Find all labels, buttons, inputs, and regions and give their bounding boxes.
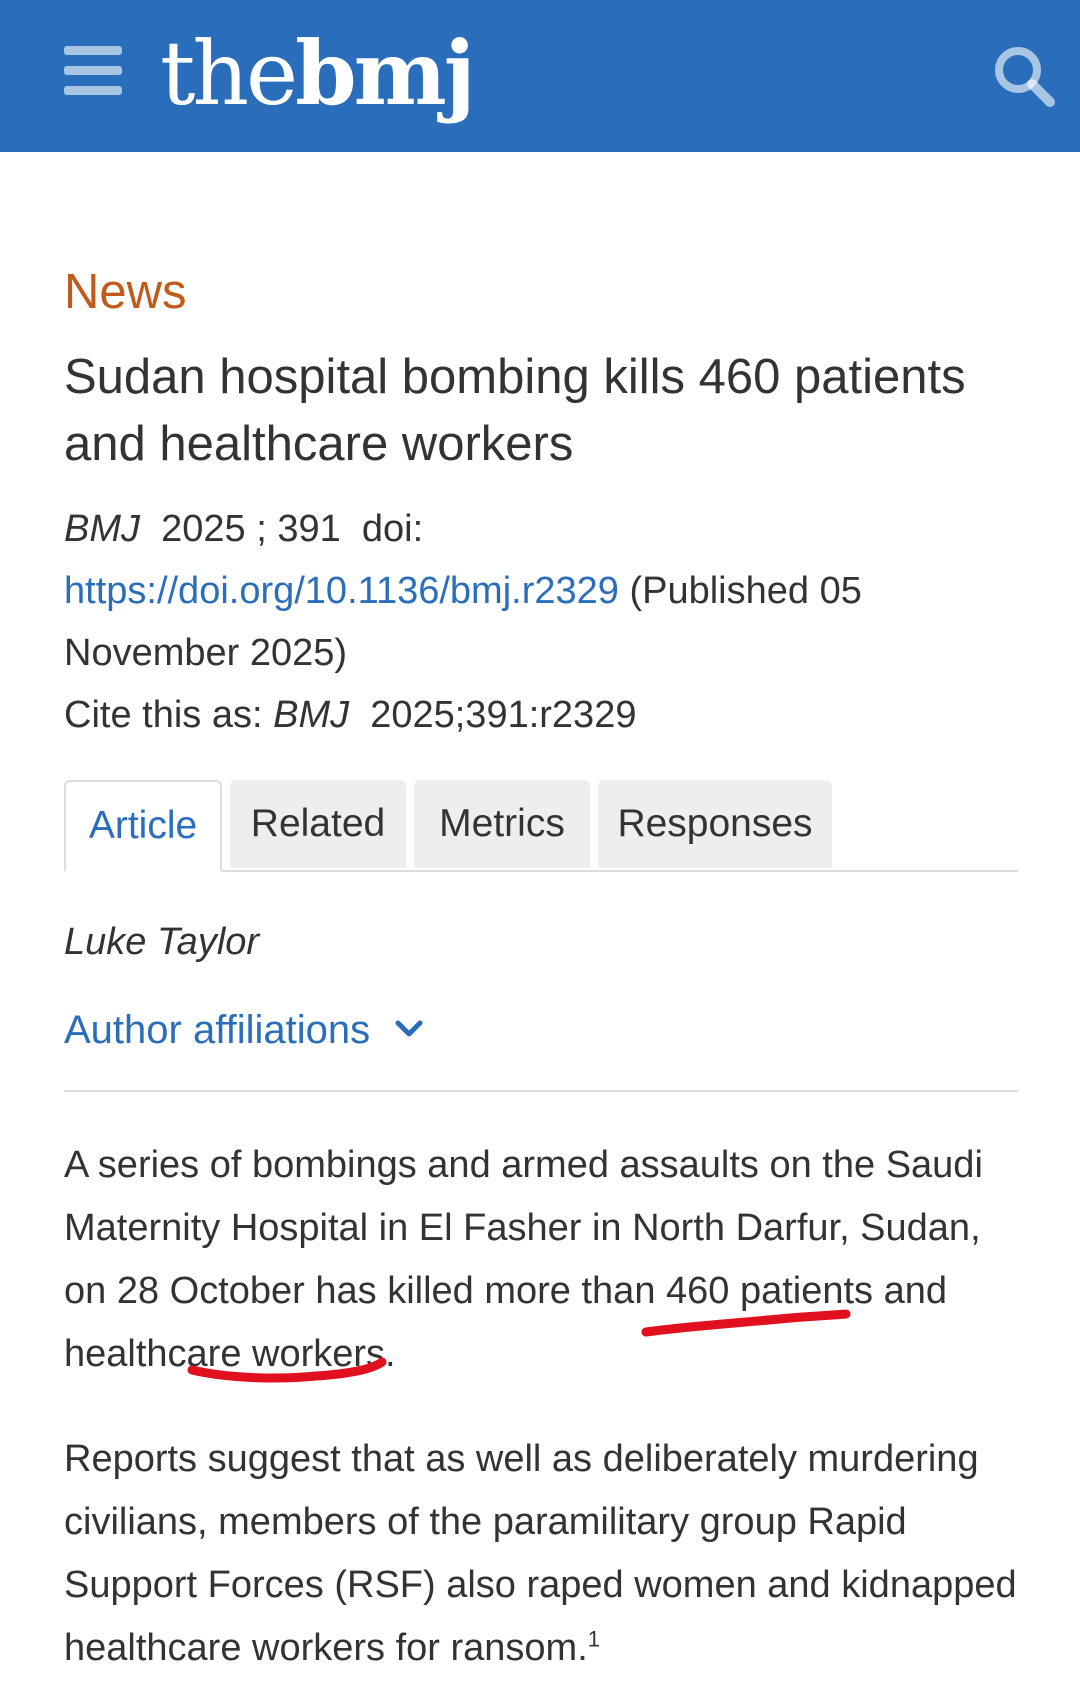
cite-reference: 2025;391:r2329 <box>370 694 637 736</box>
tab-responses[interactable]: Responses <box>598 780 832 868</box>
tab-metrics[interactable]: Metrics <box>414 780 590 868</box>
cite-journal: BMJ <box>273 694 350 736</box>
author-affiliations-toggle[interactable]: Author affiliations <box>64 1002 423 1058</box>
journal-name: BMJ <box>64 508 140 550</box>
footnote-ref[interactable]: 1 <box>588 1626 600 1651</box>
cite-prefix: Cite this as: <box>64 694 263 736</box>
tab-article[interactable]: Article <box>64 780 222 872</box>
citation-block: BMJ 2025 ; 391 doi: https://doi.org/10.1… <box>64 498 1018 746</box>
affiliations-label: Author affiliations <box>64 1008 371 1052</box>
section-label[interactable]: News <box>64 262 187 322</box>
divider <box>64 1090 1018 1092</box>
doi-link[interactable]: https://doi.org/10.1136/bmj.r2329 <box>64 570 619 612</box>
year-volume: 2025 ; 391 <box>161 508 341 550</box>
bmj-logo[interactable]: thebmj <box>160 18 476 128</box>
paragraph-1: A series of bombings and armed assaults … <box>64 1144 983 1375</box>
tab-related[interactable]: Related <box>230 780 406 868</box>
author-name[interactable]: Luke Taylor <box>64 914 259 970</box>
doi-label: doi: <box>361 508 424 550</box>
logo-bmj: bmj <box>295 21 475 125</box>
article-tabs: Article Related Metrics Responses <box>64 780 1018 872</box>
paragraph-2-text: Reports suggest that as well as delibera… <box>64 1438 1017 1669</box>
paragraph-2: Reports suggest that as well as delibera… <box>64 1428 1024 1680</box>
site-header: thebmj <box>0 0 1080 152</box>
article-title: Sudan hospital bombing kills 460 patient… <box>64 350 966 471</box>
logo-the: the <box>160 22 298 125</box>
chevron-down-icon <box>395 1020 423 1037</box>
hamburger-menu-icon[interactable] <box>64 46 122 96</box>
search-icon[interactable] <box>992 44 1056 108</box>
